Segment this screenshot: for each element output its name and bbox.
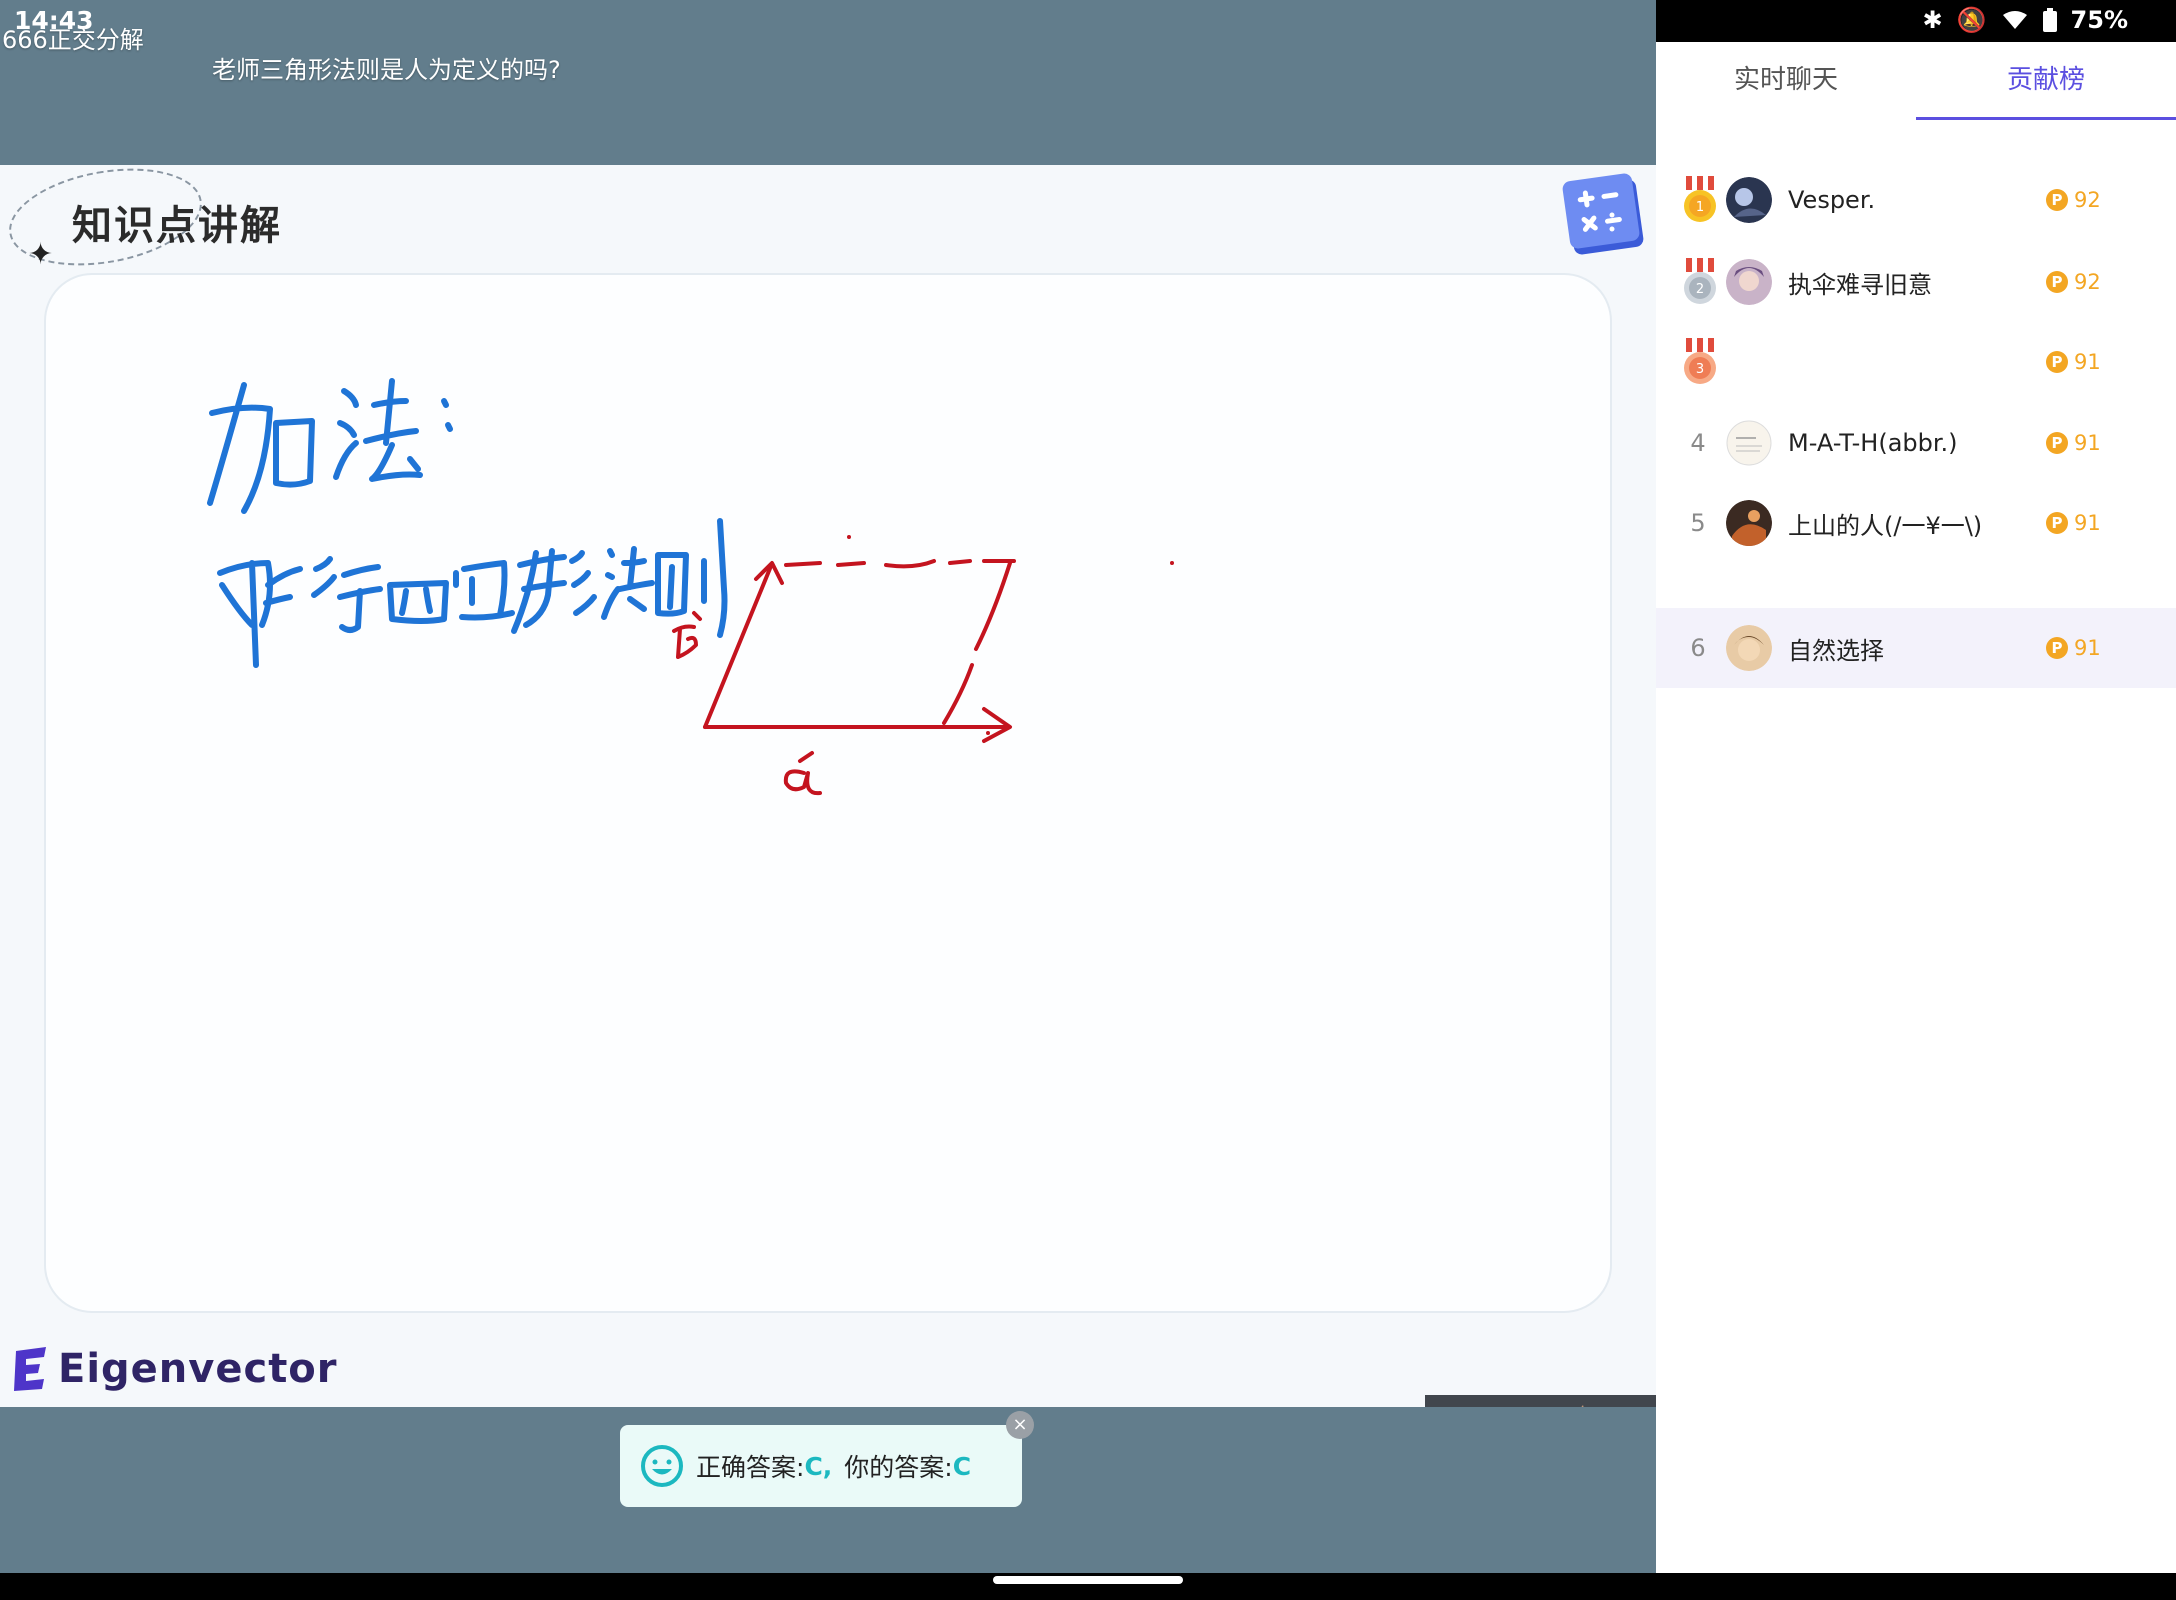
sparkle-icon: ✦ xyxy=(28,237,54,272)
silver-medal-icon: 2 xyxy=(1684,258,1716,304)
home-gesture-bar[interactable] xyxy=(993,1576,1183,1584)
wifi-icon xyxy=(2002,11,2027,29)
calculator-book-icon xyxy=(1562,173,1644,255)
coin-icon: P xyxy=(2046,189,2068,211)
coin-value: 92 xyxy=(2074,188,2101,212)
lesson-video-area[interactable]: 14:43 666正交分解 老师三角形法则是人为定义的吗? ✦ 知识点讲解 Ei… xyxy=(0,0,1656,1573)
leaderboard-row[interactable]: 1 Vesper. P 92 xyxy=(1656,160,2176,240)
gold-medal-icon: 1 xyxy=(1684,176,1716,222)
bell-off-icon: 🔕 xyxy=(1956,6,1987,34)
coin-count: P 92 xyxy=(2046,188,2101,212)
coin-icon: P xyxy=(2046,637,2068,659)
correct-answer-value: C, xyxy=(804,1451,833,1481)
smiley-icon xyxy=(641,1445,683,1487)
avatar xyxy=(1726,500,1772,546)
rank-number: 6 xyxy=(1690,634,1706,662)
coin-count: P 91 xyxy=(2046,636,2101,660)
leaderboard-row[interactable]: 2 执伞难寻旧意 P 92 xyxy=(1656,242,2176,322)
section-title: 知识点讲解 xyxy=(72,203,282,249)
leaderboard-row[interactable]: 4 M-A-T-H(abbr.) P 91 xyxy=(1656,403,2176,483)
svg-text:2: 2 xyxy=(1696,282,1704,297)
svg-text:3: 3 xyxy=(1696,362,1704,377)
answer-result-toast: 正确答案: C, 你的答案: C × xyxy=(620,1411,1034,1507)
avatar xyxy=(1726,420,1772,466)
coin-count: P 91 xyxy=(2046,431,2101,455)
coin-value: 91 xyxy=(2074,431,2101,455)
eigenvector-logo-mark xyxy=(14,1347,46,1391)
teacher-image xyxy=(1425,1395,1656,1407)
coin-count: P 92 xyxy=(2046,270,2101,294)
handwritten-drawing xyxy=(207,378,1174,796)
leaderboard-row[interactable]: 3 P 91 xyxy=(1656,322,2176,402)
panel-tabs: 实时聊天 贡献榜 xyxy=(1656,42,2176,120)
coin-value: 91 xyxy=(2074,636,2101,660)
tab-live-chat[interactable]: 实时聊天 xyxy=(1656,42,1916,120)
user-name: 上山的人(/一¥一\) xyxy=(1788,511,1983,540)
correct-answer-label: 正确答案: xyxy=(696,1453,805,1482)
coin-value: 91 xyxy=(2074,511,2101,535)
coin-count: P 91 xyxy=(2046,350,2101,374)
android-status-bar: ✱ 🔕 75% xyxy=(1656,0,2176,42)
tab-contribution-board[interactable]: 贡献榜 xyxy=(1916,42,2176,120)
danmaku-comment: 666正交分解 xyxy=(2,26,144,54)
coin-icon: P xyxy=(2046,351,2068,373)
rank-number: 5 xyxy=(1690,509,1706,537)
battery-icon xyxy=(2042,8,2057,32)
user-name: M-A-T-H(abbr.) xyxy=(1788,429,1958,457)
coin-value: 92 xyxy=(2074,270,2101,294)
your-answer-value: C xyxy=(952,1451,972,1481)
user-name: 执伞难寻旧意 xyxy=(1788,270,1932,299)
bronze-medal-icon: 3 xyxy=(1684,338,1716,384)
svg-text:1: 1 xyxy=(1696,200,1704,215)
avatar xyxy=(1726,339,1772,385)
coin-count: P 91 xyxy=(2046,511,2101,535)
user-name: 自然选择 xyxy=(1788,636,1884,665)
coin-icon: P xyxy=(2046,432,2068,454)
avatar xyxy=(1726,625,1772,671)
coin-value: 91 xyxy=(2074,350,2101,374)
bluetooth-icon: ✱ xyxy=(1922,6,1943,34)
eigenvector-logo: Eigenvector xyxy=(10,1345,338,1393)
coin-icon: P xyxy=(2046,512,2068,534)
logo-text: Eigenvector xyxy=(58,1346,338,1392)
close-icon[interactable]: × xyxy=(1006,1411,1034,1439)
your-answer-label: 你的答案: xyxy=(844,1453,953,1482)
coin-icon: P xyxy=(2046,271,2068,293)
leaderboard-row[interactable]: 5 上山的人(/一¥一\) P 91 xyxy=(1656,483,2176,563)
avatar xyxy=(1726,177,1772,223)
user-name: Vesper. xyxy=(1788,186,1876,214)
self-leaderboard-row[interactable]: 6 自然选择 P 91 xyxy=(1656,608,2176,688)
avatar xyxy=(1726,259,1772,305)
side-panel: ✱ 🔕 75% 实时聊天 贡献榜 1 Vesper. P 92 2 执伞难寻旧意… xyxy=(1656,0,2176,1573)
rank-number: 4 xyxy=(1690,429,1706,457)
lesson-slide: ✦ 知识点讲解 Eigenvector xyxy=(0,165,1656,1407)
teacher-webcam[interactable] xyxy=(1425,1395,1656,1407)
battery-level: 75% xyxy=(2070,6,2128,34)
danmaku-comment: 老师三角形法则是人为定义的吗? xyxy=(212,56,561,84)
